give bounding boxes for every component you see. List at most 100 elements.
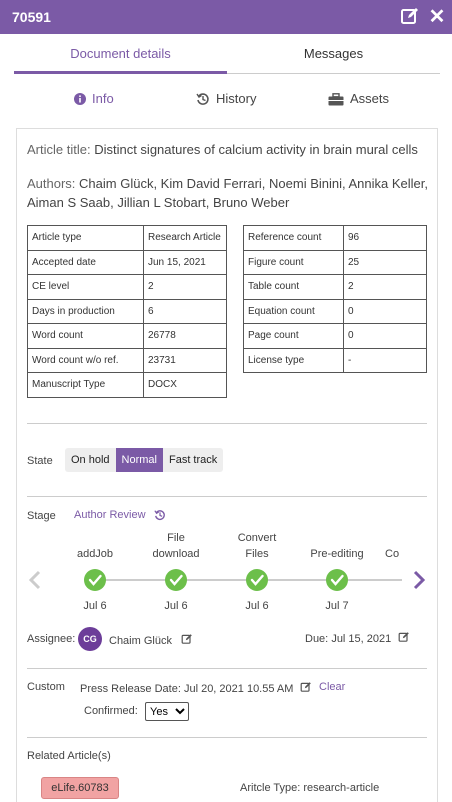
table-cell-key: Reference count (243, 225, 344, 251)
title-bar: 70591 ✕ (0, 0, 452, 34)
avatar: CG (78, 627, 102, 651)
clear-link[interactable]: Clear (319, 681, 345, 693)
document-id: 70591 (12, 9, 51, 25)
divider (27, 423, 427, 424)
table-row: Equation count 0 (243, 298, 427, 324)
table-row: License type - (243, 347, 427, 373)
main-tabs: Document details Messages (14, 36, 440, 76)
custom-label: Custom (27, 681, 65, 693)
article-title-label: Article title: (27, 142, 91, 157)
subtab-assets-label: Assets (350, 91, 390, 106)
step-date: Jul 6 (245, 600, 268, 612)
briefcase-icon (328, 92, 344, 105)
press-release-date: Press Release Date: Jul 20, 2021 10.55 A… (80, 681, 312, 695)
table-cell-value: 2 (143, 274, 227, 300)
divider (27, 496, 427, 497)
table-cell-value: 0 (343, 298, 427, 324)
confirmed-label: Confirmed: (84, 705, 138, 717)
table-row: Table count 2 (243, 274, 427, 300)
table-cell-value: Jun 15, 2021 (143, 249, 227, 275)
table-cell-value: 25 (343, 249, 427, 275)
stage-label: Stage (27, 510, 56, 522)
table-row: Reference count 96 (243, 225, 427, 251)
step-done-circle (165, 569, 187, 591)
stage-value-link[interactable]: Author Review (74, 509, 166, 521)
table-cell-value: 6 (143, 298, 227, 324)
table-cell-key: Word count w/o ref. (27, 347, 144, 373)
table-cell-value: 0 (343, 323, 427, 349)
related-articles-label: Related Article(s) (27, 750, 111, 762)
workflow-steps: addJob Jul 6 File download Jul 6 Convert Files… (28, 532, 426, 612)
subtab-info[interactable]: Info (74, 86, 114, 112)
authors: Authors: Chaim Glück, Kim David Ferrari,… (27, 174, 432, 212)
stage-value: Author Review (74, 509, 146, 521)
stage-history-icon[interactable] (153, 509, 166, 521)
table-cell-value: 2 (343, 274, 427, 300)
table-cell-key: Manuscript Type (27, 372, 144, 398)
table-cell-key: Article type (27, 225, 144, 251)
tab-messages[interactable]: Messages (227, 36, 440, 76)
edit-assignee-icon[interactable] (181, 633, 193, 645)
table-cell-key: Page count (243, 323, 344, 349)
press-release-value: Jul 20, 2021 10.55 AM (183, 683, 294, 695)
prev-arrow-icon[interactable] (28, 570, 41, 590)
table-cell-key: CE level (27, 274, 144, 300)
table-cell-key: Days in production (27, 298, 144, 324)
table-row: Figure count 25 (243, 249, 427, 275)
step-name: Co (385, 548, 399, 560)
table-row: Days in production 6 (27, 298, 227, 324)
table-row: Word count w/o ref. 23731 (27, 347, 227, 373)
divider (27, 737, 427, 738)
state-on-hold-button[interactable]: On hold (65, 448, 116, 472)
edit-press-release-icon[interactable] (300, 681, 312, 693)
next-arrow-icon[interactable] (413, 570, 426, 590)
assignee-label: Assignee: (27, 633, 76, 645)
subtab-assets[interactable]: Assets (328, 86, 389, 112)
state-fast-track-button[interactable]: Fast track (163, 448, 223, 472)
subtab-history[interactable]: History (196, 86, 256, 112)
edit-icon[interactable] (400, 6, 422, 28)
related-article-badge[interactable]: eLife.60783 (41, 777, 119, 799)
step-done-circle (246, 569, 268, 591)
table-cell-value: Research Article (143, 225, 227, 251)
press-release-label: Press Release Date: (80, 683, 181, 695)
step-done-circle (326, 569, 348, 591)
edit-due-date-icon[interactable] (398, 631, 410, 643)
sub-tabs: Info History Assets (14, 86, 440, 112)
metadata-table-right: Reference count 96 Figure count 25 Table cou… (243, 225, 427, 373)
authors-label: Authors: (27, 176, 76, 191)
table-cell-key: Table count (243, 274, 344, 300)
table-cell-value: - (343, 347, 427, 373)
table-cell-value: 26778 (143, 323, 227, 349)
authors-value: Chaim Glück, Kim David Ferrari, Noemi Bi… (27, 176, 428, 210)
step-name: Pre-editing (310, 548, 363, 560)
related-article-type: Aritcle Type: research-article (240, 782, 380, 794)
table-cell-key: Accepted date (27, 249, 144, 275)
subtab-history-label: History (216, 91, 257, 106)
step-name: Files (245, 548, 269, 560)
article-title-value: Distinct signatures of calcium activity … (94, 142, 418, 157)
table-cell-value: DOCX (143, 372, 227, 398)
state-toggle-group: On hold Normal Fast track (65, 448, 224, 472)
tab-document-details[interactable]: Document details (14, 36, 227, 76)
state-label: State (27, 455, 53, 467)
table-cell-key: Equation count (243, 298, 344, 324)
step-date: Jul 7 (325, 600, 348, 612)
table-row: Word count 26778 (27, 323, 227, 349)
table-cell-value: 96 (343, 225, 427, 251)
state-normal-button[interactable]: Normal (115, 448, 163, 472)
close-icon[interactable]: ✕ (426, 6, 448, 28)
assignee-name-text: Chaim Glück (109, 635, 172, 647)
table-cell-key: License type (243, 347, 344, 373)
active-tab-indicator (14, 71, 227, 74)
step-name: File (167, 532, 185, 544)
table-row: Page count 0 (243, 323, 427, 349)
metadata-table-left: Article type Research Article Accepted dat… (27, 225, 227, 398)
due-date: Due: Jul 15, 2021 (305, 631, 410, 645)
due-value: Jul 15, 2021 (331, 633, 392, 645)
table-row: Manuscript Type DOCX (27, 372, 227, 398)
table-row: Article type Research Article (27, 225, 227, 251)
confirmed-select[interactable]: Yes (145, 702, 189, 721)
assignee-name: Chaim Glück (109, 633, 193, 647)
step-date: Jul 6 (83, 600, 106, 612)
